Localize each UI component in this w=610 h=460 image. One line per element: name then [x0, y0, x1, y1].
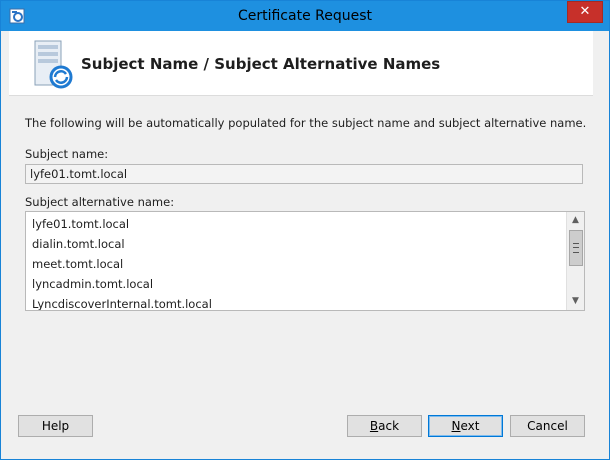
scroll-up-arrow-icon[interactable]: ▲	[567, 212, 584, 229]
wizard-header: Subject Name / Subject Alternative Names	[9, 31, 593, 96]
back-button-accesskey: B	[369, 419, 379, 433]
wizard-body: The following will be automatically popu…	[9, 96, 593, 396]
close-button[interactable]: ✕	[567, 1, 603, 23]
subject-name-field[interactable]: lyfe01.tomt.local	[25, 164, 583, 184]
scroll-thumb[interactable]	[569, 230, 583, 266]
certificate-request-window: Certificate Request ✕ Subject Name / Sub…	[0, 0, 610, 460]
scroll-down-arrow-icon[interactable]: ▼	[567, 293, 584, 310]
intro-text: The following will be automatically popu…	[25, 116, 587, 130]
next-button[interactable]: Next	[428, 415, 503, 437]
subject-name-label: Subject name:	[25, 147, 109, 161]
cancel-button[interactable]: Cancel	[510, 415, 585, 437]
list-item[interactable]: lyfe01.tomt.local	[32, 214, 212, 234]
list-item[interactable]: LyncdiscoverInternal.tomt.local	[32, 294, 212, 310]
title-bar[interactable]: Certificate Request ✕	[1, 1, 609, 31]
list-item[interactable]: lyncadmin.tomt.local	[32, 274, 212, 294]
list-item[interactable]: dialin.tomt.local	[32, 234, 212, 254]
list-item[interactable]: meet.tomt.local	[32, 254, 212, 274]
button-bar: Help Back Next Cancel	[1, 396, 609, 458]
back-button[interactable]: Back	[347, 415, 422, 437]
back-button-label: ack	[378, 419, 400, 433]
help-button[interactable]: Help	[18, 415, 93, 437]
page-title: Subject Name / Subject Alternative Names	[81, 55, 441, 73]
grip-icon	[573, 243, 579, 253]
window-title: Certificate Request	[237, 8, 373, 24]
vertical-scrollbar[interactable]: ▲ ▼	[566, 212, 584, 310]
next-button-label: ext	[460, 419, 480, 433]
subject-alternative-name-list[interactable]: lyfe01.tomt.local dialin.tomt.local meet…	[25, 211, 585, 311]
subject-alternative-name-label: Subject alternative name:	[25, 195, 175, 209]
server-certificate-icon	[34, 40, 73, 89]
next-button-accesskey: N	[451, 419, 461, 433]
